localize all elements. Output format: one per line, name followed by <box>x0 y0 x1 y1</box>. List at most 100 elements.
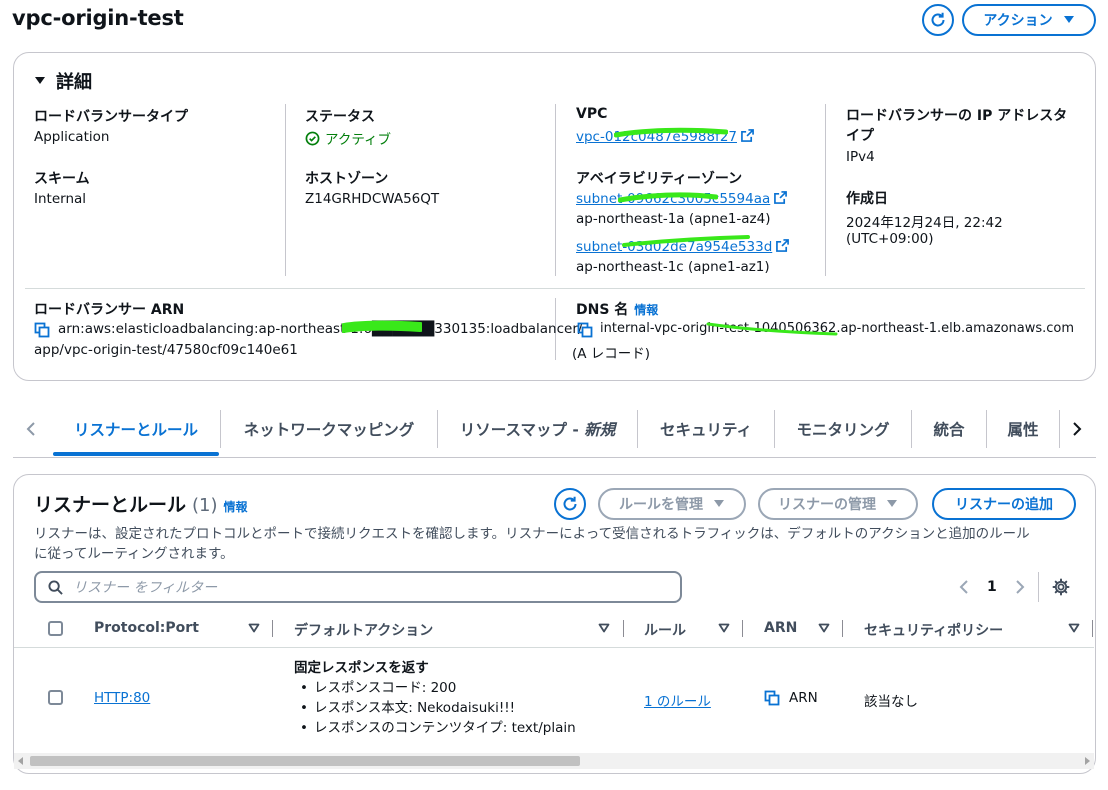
column-divider[interactable] <box>272 620 273 637</box>
vpc-label: VPC <box>576 106 608 122</box>
tab-label: モニタリング <box>796 421 890 439</box>
filter-placeholder: リスナー をフィルター <box>73 580 218 596</box>
az-label: アベイラビリティーゾーン <box>576 171 743 187</box>
select-all-checkbox[interactable] <box>48 621 63 636</box>
settings-gear-icon[interactable] <box>1052 578 1070 596</box>
action-title: 固定レスポンスを返す <box>294 660 429 676</box>
tab-network-mapping[interactable]: ネットワークマッピング <box>221 410 437 448</box>
scrollbar-thumb[interactable] <box>30 756 580 766</box>
column-divider[interactable] <box>842 620 843 637</box>
arn-label: ロードバランサー ARN <box>34 302 185 318</box>
column-divider[interactable] <box>623 620 624 637</box>
manage-listeners-button[interactable]: リスナーの管理 <box>758 488 918 520</box>
scheme-value: Internal <box>34 191 87 207</box>
hosted-zone-value: Z14GRHDCWA56QT <box>305 191 440 207</box>
sort-icon[interactable] <box>248 622 260 634</box>
manage-listeners-label: リスナーの管理 <box>778 497 876 513</box>
tab-monitoring[interactable]: モニタリング <box>775 410 911 448</box>
rules-count-link[interactable]: 1 のルール <box>644 690 711 710</box>
details-title: 詳細 <box>56 72 92 93</box>
redaction-mark <box>622 235 750 247</box>
details-toggle[interactable]: 詳細 <box>34 68 92 94</box>
column-divider[interactable] <box>742 620 743 637</box>
status-indicator: アクティブ <box>305 128 391 148</box>
arn-value-line1: arn:aws:elasticloadbalancing:ap-northeas… <box>58 321 583 337</box>
check-circle-icon <box>305 131 320 145</box>
description-line: リスナーは、設定されたプロトコルとポートで接続リクエストを確認します。リスナーに… <box>34 526 1030 542</box>
lb-type-label: ロードバランサータイプ <box>34 109 188 125</box>
page-next-icon[interactable] <box>1014 579 1026 595</box>
tab-label: 属性 <box>1007 421 1039 439</box>
horizontal-scrollbar[interactable] <box>14 753 1094 769</box>
status-label: ステータス <box>305 109 375 125</box>
arn-cell: ARN <box>789 690 818 706</box>
table-header-divider <box>14 647 1094 648</box>
action-details-list: レスポンスコード: 200 レスポンス本文: Nekodaisuki!!! レス… <box>294 678 576 738</box>
subnet-az-1: ap-northeast-1a (apne1-az4) <box>576 211 771 227</box>
redaction-mark <box>618 192 718 203</box>
status-value: アクティブ <box>325 132 392 148</box>
tab-security[interactable]: セキュリティ <box>638 410 774 448</box>
pagination-divider <box>1038 572 1039 602</box>
ip-type-value: IPv4 <box>846 149 875 165</box>
copy-icon[interactable] <box>34 322 50 338</box>
copy-icon[interactable] <box>577 322 593 338</box>
listeners-header: リスナーとルール (1) 情報 <box>34 490 248 517</box>
scheme-label: スキーム <box>34 171 90 187</box>
description-line: に従ってルーティングされます。 <box>34 546 234 562</box>
tab-label: リソースマップ - <box>459 421 585 439</box>
redaction-mark <box>342 320 422 333</box>
action-detail-item: レスポンスのコンテンツタイプ: text/plain <box>294 718 576 738</box>
actions-label: アクション <box>983 13 1053 29</box>
dns-label: DNS 名 <box>576 302 629 318</box>
scroll-right-arrow-icon[interactable] <box>1084 757 1090 765</box>
caret-down-icon <box>1063 16 1074 23</box>
row-checkbox[interactable] <box>48 690 63 705</box>
tabs-baseline <box>13 457 1096 458</box>
column-header-security-policy[interactable]: セキュリティポリシー <box>864 620 1003 640</box>
tab-integrations[interactable]: 統合 <box>912 410 986 448</box>
search-icon <box>48 579 63 595</box>
page-number[interactable]: 1 <box>987 579 997 595</box>
arn-value-line2: app/vpc-origin-test/47580cf09c140e61 <box>34 342 298 358</box>
column-divider <box>555 104 556 276</box>
page-prev-icon[interactable] <box>958 579 970 595</box>
sort-icon[interactable] <box>718 622 730 634</box>
add-listener-button[interactable]: リスナーの追加 <box>932 488 1076 520</box>
sort-icon[interactable] <box>818 622 830 634</box>
listeners-description: リスナーは、設定されたプロトコルとポートで接続リクエストを確認します。リスナーに… <box>34 524 1084 564</box>
manage-rules-button[interactable]: ルールを管理 <box>598 488 746 520</box>
refresh-button[interactable] <box>922 4 954 36</box>
listener-protocol-port-link[interactable]: HTTP:80 <box>94 690 150 706</box>
redaction-mark <box>706 322 838 336</box>
column-header-default-action[interactable]: デフォルトアクション <box>294 620 433 640</box>
refresh-icon <box>931 12 945 27</box>
column-divider[interactable] <box>1092 620 1093 637</box>
listener-filter-input[interactable]: リスナー をフィルター <box>34 571 682 603</box>
tab-listeners-rules[interactable]: リスナーとルール <box>53 410 219 448</box>
subnet-az-2: ap-northeast-1c (apne1-az1) <box>576 259 770 275</box>
external-link-icon <box>741 129 754 142</box>
column-header-rules[interactable]: ルール <box>644 620 686 640</box>
sort-icon[interactable] <box>1068 622 1080 634</box>
tab-label: ネットワークマッピング <box>243 421 415 439</box>
ip-type-label: ロードバランサーの IP アドレスタイプ <box>846 108 1068 144</box>
column-header-protocol-port[interactable]: Protocol:Port <box>94 620 199 636</box>
column-header-arn[interactable]: ARN <box>764 620 797 636</box>
action-detail-item: レスポンス本文: Nekodaisuki!!! <box>294 698 576 718</box>
sort-icon[interactable] <box>598 622 610 634</box>
actions-dropdown-button[interactable]: アクション <box>962 4 1096 36</box>
tabs-scroll-right-icon[interactable] <box>1070 421 1084 437</box>
listeners-info-link[interactable]: 情報 <box>224 498 248 515</box>
tab-attributes[interactable]: 属性 <box>987 410 1059 448</box>
copy-icon[interactable] <box>764 690 780 706</box>
external-link-icon <box>776 239 790 252</box>
tab-resource-map[interactable]: リソースマップ - 新規 <box>438 410 637 448</box>
scroll-left-arrow-icon[interactable] <box>18 757 24 765</box>
dns-record-type: (A レコード) <box>572 346 651 362</box>
manage-rules-label: ルールを管理 <box>619 497 703 513</box>
tabs-scroll-left-icon[interactable] <box>24 421 38 437</box>
listeners-refresh-button[interactable] <box>554 488 586 520</box>
dns-info-link[interactable]: 情報 <box>634 301 658 318</box>
column-divider <box>285 104 286 276</box>
